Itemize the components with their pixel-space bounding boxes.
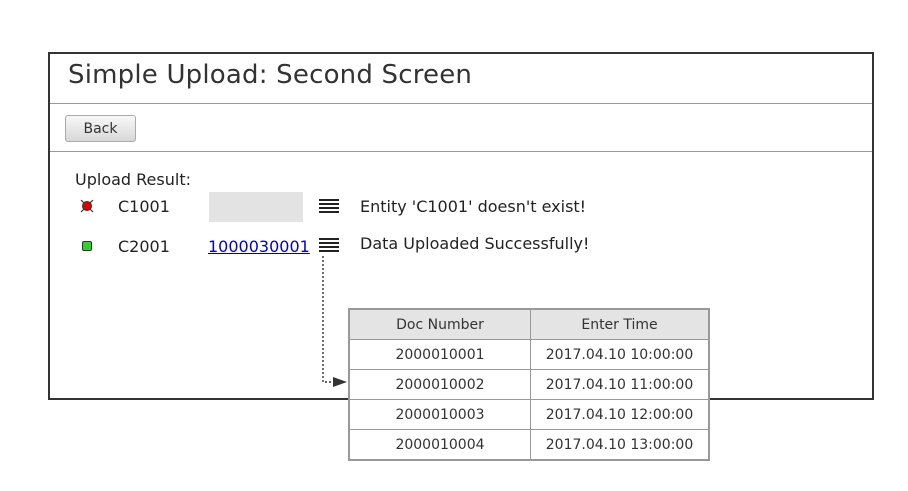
doc-number-link[interactable]: 1000030001 — [208, 237, 310, 256]
doc-number-cell: 2000010002 — [348, 369, 531, 400]
status-message: Data Uploaded Successfully! — [360, 234, 590, 253]
list-detail-icon[interactable] — [319, 238, 339, 254]
column-header-doc-number: Doc Number — [348, 308, 531, 340]
toolbar-divider — [50, 151, 872, 152]
list-detail-icon[interactable] — [319, 199, 339, 215]
doc-details-table: Doc Number Enter Time 2000010001 2017.04… — [348, 308, 710, 461]
success-status-icon — [82, 241, 92, 251]
table-header-row: Doc Number Enter Time — [348, 308, 710, 340]
back-button[interactable]: Back — [65, 115, 136, 142]
entity-code: C1001 — [118, 197, 170, 216]
doc-number-cell: 2000010004 — [348, 429, 531, 461]
page-title: Simple Upload: Second Screen — [68, 60, 473, 90]
enter-time-cell: 2017.04.10 12:00:00 — [530, 399, 710, 430]
doc-number-empty — [209, 192, 303, 222]
column-header-enter-time: Enter Time — [530, 308, 710, 340]
title-divider — [50, 103, 872, 104]
upload-result-label: Upload Result: — [75, 170, 191, 189]
table-row[interactable]: 2000010002 2017.04.10 11:00:00 — [348, 369, 710, 400]
enter-time-cell: 2017.04.10 11:00:00 — [530, 369, 710, 400]
error-status-icon — [80, 199, 94, 213]
table-row[interactable]: 2000010001 2017.04.10 10:00:00 — [348, 339, 710, 370]
status-message: Entity 'C1001' doesn't exist! — [360, 197, 587, 216]
table-row[interactable]: 2000010004 2017.04.10 13:00:00 — [348, 429, 710, 461]
doc-number-cell: 2000010003 — [348, 399, 531, 430]
doc-number-cell: 2000010001 — [348, 339, 531, 370]
enter-time-cell: 2017.04.10 10:00:00 — [530, 339, 710, 370]
entity-code: C2001 — [118, 237, 170, 256]
table-row[interactable]: 2000010003 2017.04.10 12:00:00 — [348, 399, 710, 430]
enter-time-cell: 2017.04.10 13:00:00 — [530, 429, 710, 461]
